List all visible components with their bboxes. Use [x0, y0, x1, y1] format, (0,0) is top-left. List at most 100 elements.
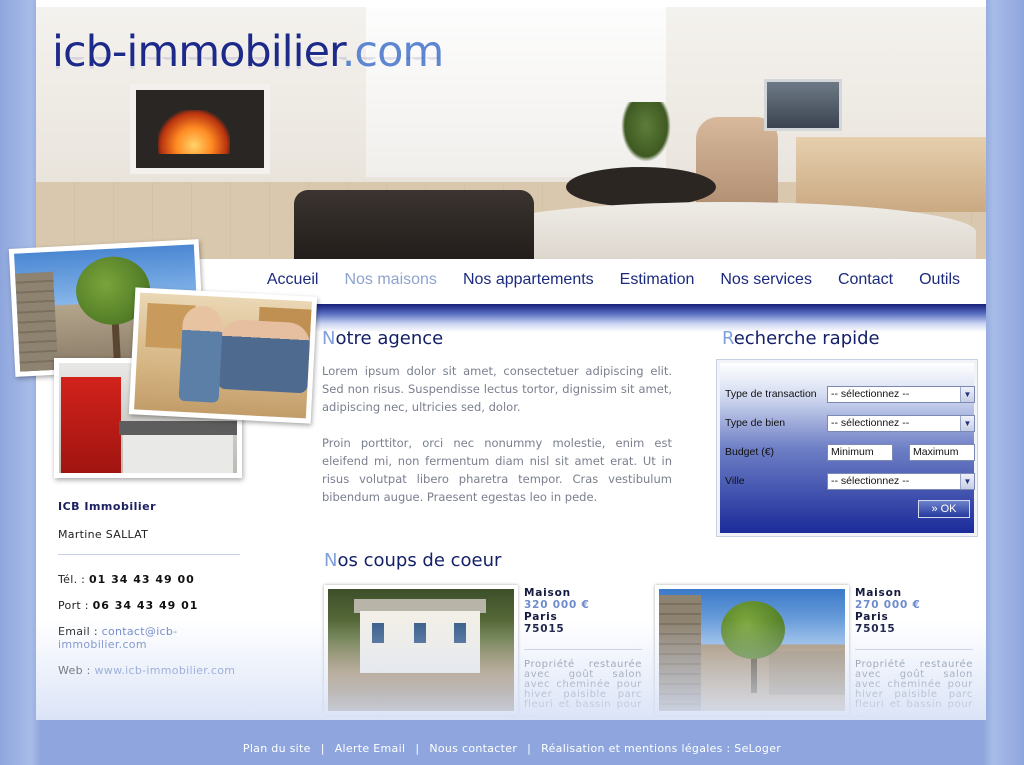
contact-person: Martine SALLAT	[58, 528, 240, 555]
stone-wall	[769, 651, 845, 695]
city-value: -- sélectionnez --	[831, 474, 910, 487]
favorite-type: Maison	[855, 587, 902, 599]
mobile-number: 06 34 43 49 01	[92, 599, 199, 612]
nav-list: Accueil Nos maisons Nos appartements Est…	[267, 271, 960, 289]
stone-wall	[659, 595, 701, 711]
footer-link-email-alert[interactable]: Alerte Email	[335, 742, 406, 755]
favorite-price: 320 000 €	[524, 599, 590, 611]
favorite-city: Paris	[855, 611, 889, 623]
company-name: ICB Immobilier	[58, 500, 157, 513]
logo-reflection-main: icb-immobilier	[52, 57, 342, 75]
email-label: Email :	[58, 625, 98, 638]
phone-row: Tél. : 01 34 43 49 00	[58, 573, 240, 586]
tv-screen	[764, 79, 842, 131]
fire	[158, 110, 230, 154]
tree-trunk	[751, 653, 757, 693]
coffee-table	[566, 167, 716, 207]
favorite-zip: 75015	[524, 623, 565, 635]
favorite-price: 270 000 €	[855, 599, 921, 611]
window-shutter	[372, 623, 384, 643]
property-select[interactable]: -- sélectionnez -- ▼	[827, 414, 975, 432]
favorite-card[interactable]: Maison 270 000 € Paris 75015 Propriété r…	[655, 585, 973, 720]
nav-item-contact[interactable]: Contact	[838, 271, 893, 289]
agency-title-initial: N	[322, 328, 336, 349]
couple-image	[134, 292, 312, 419]
counter-base	[123, 435, 233, 473]
sofa	[294, 190, 534, 259]
nav-item-nos-appartements[interactable]: Nos appartements	[463, 271, 594, 289]
favorite-info: Maison 270 000 € Paris 75015 Propriété r…	[855, 587, 973, 720]
person	[178, 304, 224, 403]
search-title-rest: echerche rapide	[733, 328, 880, 349]
footer-link-sitemap[interactable]: Plan du site	[243, 742, 311, 755]
budget-row: Budget (€) Minimum Maximum	[725, 443, 975, 461]
favorite-info: Maison 320 000 € Paris 75015 Propriété r…	[524, 587, 642, 720]
footer: Plan du site | Alerte Email | Nous contacter…	[0, 742, 1024, 755]
counter	[119, 421, 237, 435]
phone-number: 01 34 43 49 00	[88, 573, 195, 586]
transaction-select[interactable]: -- sélectionnez -- ▼	[827, 385, 975, 403]
favorite-description: Propriété restaurée avec goût salon avec…	[524, 659, 642, 720]
favorites-title-initial: N	[324, 550, 338, 571]
chevron-down-icon: ▼	[960, 386, 974, 402]
city-label: Ville	[725, 475, 745, 487]
footer-link-legal[interactable]: Réalisation et mentions légales : SeLoge…	[541, 742, 781, 755]
photo-couple	[128, 287, 318, 424]
favorite-zip: 75015	[855, 623, 896, 635]
mobile-label: Port :	[58, 599, 89, 612]
nav-item-accueil[interactable]: Accueil	[267, 271, 319, 289]
mobile-row: Port : 06 34 43 49 01	[58, 599, 240, 612]
property-row: Type de bien -- sélectionnez -- ▼	[725, 414, 975, 432]
favorite-card[interactable]: Maison 320 000 € Paris 75015 Propriété r…	[324, 585, 642, 720]
fireplace-image	[130, 84, 270, 174]
favorite-photo[interactable]	[655, 585, 849, 715]
nav-item-nos-services[interactable]: Nos services	[720, 271, 812, 289]
transaction-row: Type de transaction -- sélectionnez -- ▼	[725, 385, 975, 403]
quick-search-form: Type de transaction -- sélectionnez -- ▼ …	[717, 360, 977, 536]
transaction-value: -- sélectionnez --	[831, 387, 910, 400]
search-title-initial: R	[722, 328, 734, 349]
favorite-description: Propriété restaurée avec goût salon avec…	[855, 659, 973, 720]
chevron-down-icon: ▼	[960, 473, 974, 489]
house-image	[328, 589, 514, 711]
email-row: Email : contact@icb-immobilier.com	[58, 625, 240, 651]
tv-cabinet	[796, 137, 986, 212]
budget-min-input[interactable]: Minimum	[827, 443, 893, 461]
search-title: Recherche rapide	[722, 328, 880, 349]
street-image	[659, 589, 845, 711]
footer-link-contact[interactable]: Nous contacter	[429, 742, 517, 755]
chevron-down-icon: ▼	[960, 415, 974, 431]
city-row: Ville -- sélectionnez -- ▼	[725, 472, 975, 490]
favorite-divider	[524, 649, 642, 650]
agency-paragraph: Lorem ipsum dolor sit amet, consectetuer…	[322, 364, 672, 414]
favorites-title-rest: os coups de coeur	[337, 550, 502, 571]
contact-block: ICB Immobilier Martine SALLAT Tél. : 01 …	[58, 500, 240, 690]
web-label: Web :	[58, 664, 91, 677]
favorite-photo[interactable]	[324, 585, 518, 715]
agency-paragraph: Proin porttitor, orci nec nonummy molest…	[322, 436, 672, 504]
city-select[interactable]: -- sélectionnez -- ▼	[827, 472, 975, 490]
agency-title: Notre agence	[322, 328, 443, 349]
budget-max-input[interactable]: Maximum	[909, 443, 975, 461]
footer-separator: |	[320, 742, 325, 755]
agency-title-rest: otre agence	[335, 328, 444, 349]
person	[217, 318, 311, 394]
budget-label: Budget (€)	[725, 446, 775, 458]
plant	[621, 102, 671, 162]
web-link[interactable]: www.icb-immobilier.com	[94, 664, 235, 677]
transaction-label: Type de transaction	[725, 388, 817, 400]
header-banner: icb-immobilier.com icb-immobilier.com	[36, 7, 986, 259]
footer-separator: |	[527, 742, 532, 755]
nav-item-outils[interactable]: Outils	[919, 271, 960, 289]
nav-item-nos-maisons[interactable]: Nos maisons	[344, 271, 436, 289]
logo-reflection: icb-immobilier.com	[52, 57, 443, 75]
search-ok-button[interactable]: » OK	[918, 500, 970, 518]
favorite-divider	[855, 649, 973, 650]
nav-item-estimation[interactable]: Estimation	[620, 271, 695, 289]
property-label: Type de bien	[725, 417, 786, 429]
web-row: Web : www.icb-immobilier.com	[58, 664, 240, 677]
footer-separator: |	[415, 742, 420, 755]
phone-label: Tél. :	[58, 573, 86, 586]
logo-reflection-tld: .com	[342, 57, 444, 75]
window-shutter	[414, 623, 426, 643]
